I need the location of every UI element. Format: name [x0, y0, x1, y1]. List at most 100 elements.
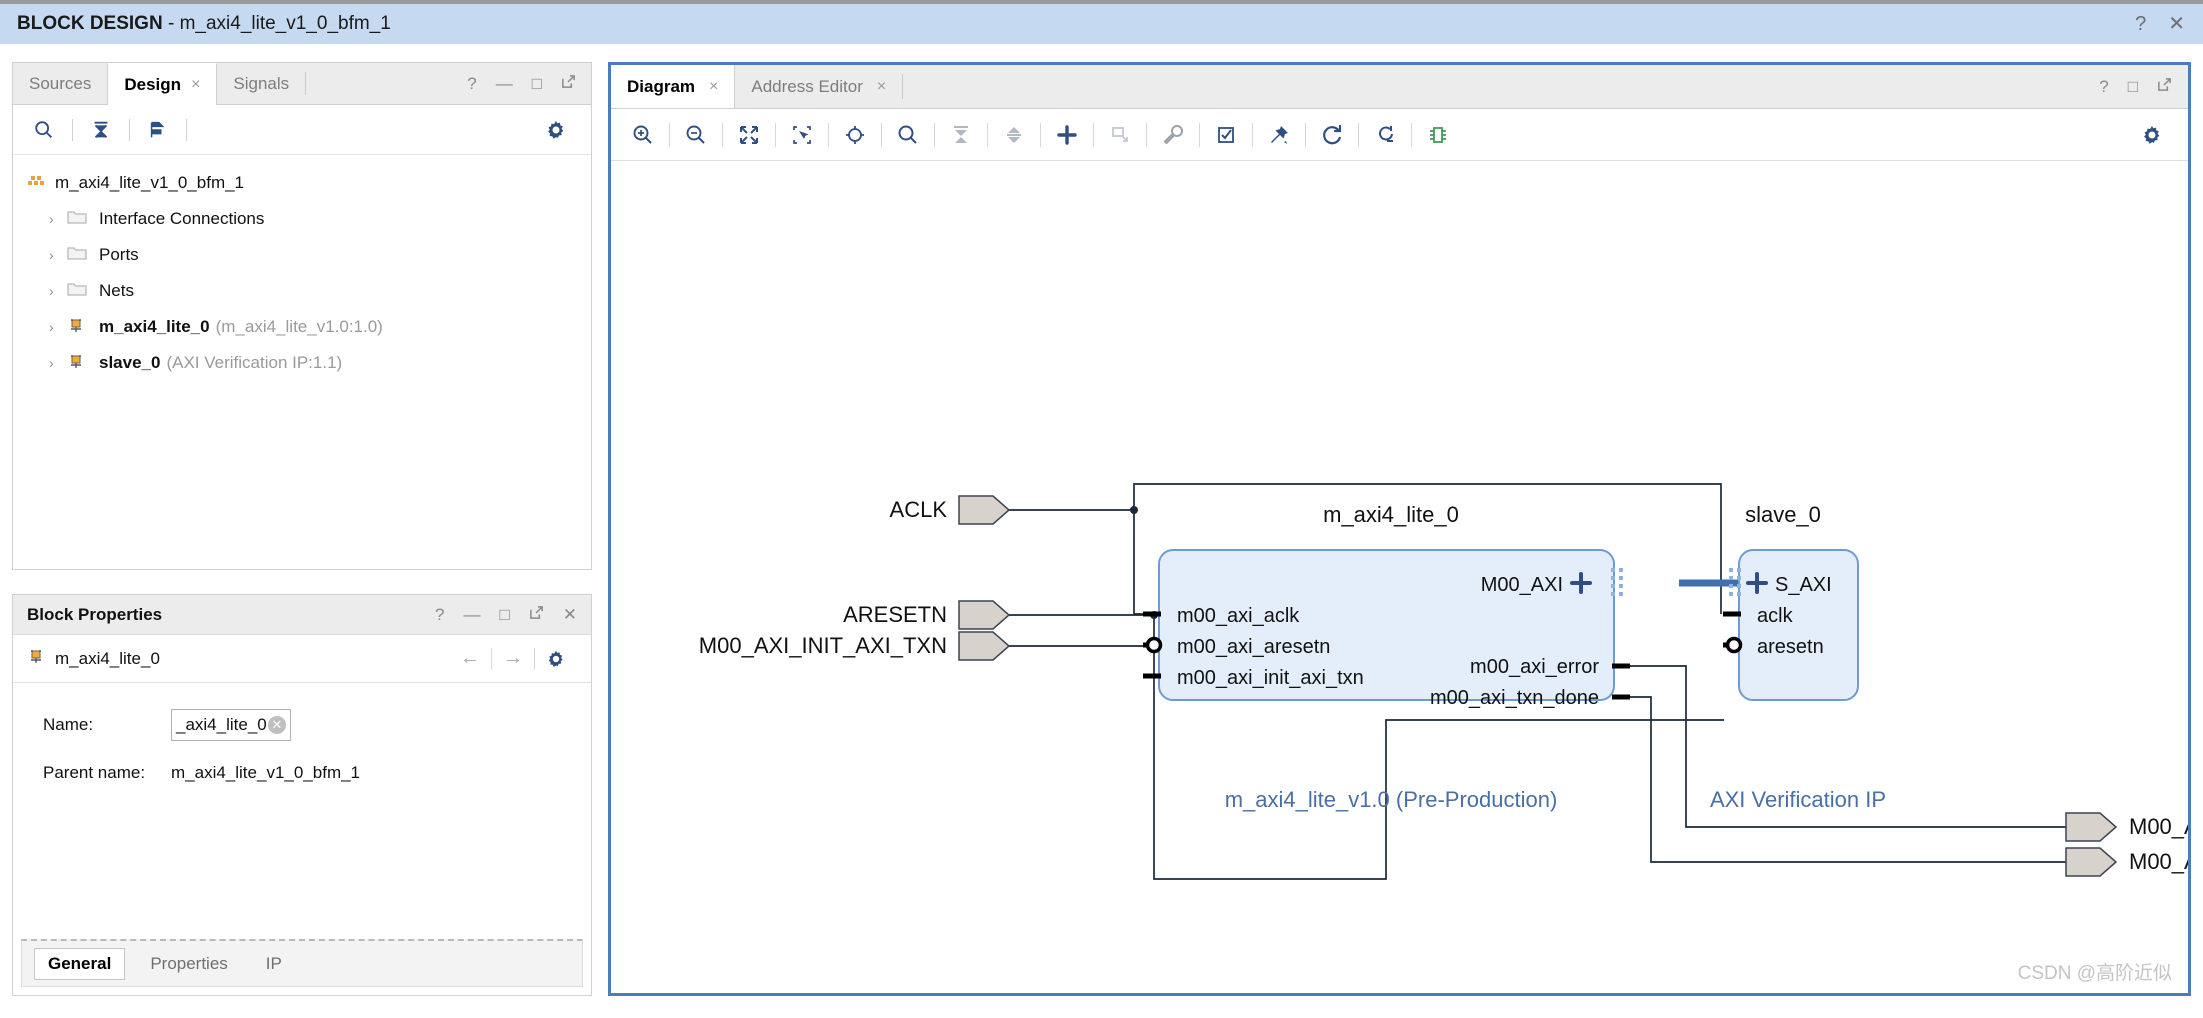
tab-properties[interactable]: Properties [137, 949, 240, 979]
dg-div-2 [722, 122, 723, 147]
external-port-aclk[interactable]: ACLK [890, 495, 1011, 525]
add-module-icon[interactable] [1102, 119, 1138, 151]
dg-div-8 [1040, 122, 1041, 147]
regenerate-layout-icon[interactable] [1314, 119, 1350, 151]
add-ip-icon[interactable] [1049, 119, 1085, 151]
external-port-m00-axi-error[interactable]: M00_AXI_ERROR [2065, 812, 2188, 842]
validate-design-icon[interactable] [1208, 119, 1244, 151]
tree-item-interface-connections[interactable]: › Interface Connections [13, 201, 591, 237]
dg-div-4 [828, 122, 829, 147]
collapse-all-icon[interactable] [943, 119, 979, 151]
design-minimize-icon[interactable]: — [496, 74, 513, 94]
tree-root-row[interactable]: m_axi4_lite_v1_0_bfm_1 [13, 165, 591, 201]
close-icon[interactable]: ✕ [2168, 14, 2185, 34]
bp-float-icon[interactable] [529, 605, 544, 625]
tree-item-label: Interface Connections [99, 209, 265, 228]
page-title: BLOCK DESIGN - m_axi4_lite_v1_0_bfm_1 [0, 13, 391, 35]
nav-forward-icon[interactable]: → [492, 647, 534, 670]
tab-general[interactable]: General [34, 947, 126, 980]
optimize-routing-icon[interactable] [1367, 119, 1403, 151]
hierarchy-icon[interactable] [1420, 119, 1456, 151]
diagram-tabstrip-divider [902, 74, 904, 99]
tab-diagram[interactable]: Diagram × [611, 65, 736, 108]
settings-gear-icon[interactable] [539, 115, 573, 145]
tab-address-editor-close-icon[interactable]: × [877, 78, 886, 96]
tree-item-ports[interactable]: › Ports [13, 237, 591, 273]
settings-gear-icon[interactable] [535, 649, 577, 669]
search-icon[interactable] [27, 115, 61, 145]
chevron-right-icon[interactable]: › [49, 319, 67, 335]
tab-design-close-icon[interactable]: × [191, 76, 200, 94]
diagram-float-icon[interactable] [2157, 77, 2172, 97]
zoom-out-icon[interactable] [678, 119, 714, 151]
pin-aresetn-inverted [1725, 636, 1743, 654]
external-port-aresetn-label: ARESETN [843, 602, 947, 627]
diagram-help-icon[interactable]: ? [2099, 77, 2108, 97]
tab-address-editor[interactable]: Address Editor × [735, 65, 902, 108]
dg-div-9 [1093, 122, 1094, 147]
search-icon[interactable] [890, 119, 926, 151]
block-slave-0[interactable]: slave_0 S_AXI aclk aresetn AXI Verificat… [1710, 502, 1886, 812]
design-panel: Sources Design × Signals ? — □ m_axi4_li… [12, 62, 592, 570]
pin-label-m00-axi-init-axi-txn: m00_axi_init_axi_txn [1177, 667, 1364, 689]
name-field-row: Name: _axi4_lite_0 ✕ [43, 709, 591, 741]
page-title-rest: - m_axi4_lite_v1_0_bfm_1 [162, 13, 391, 34]
tree-item-slave-0[interactable]: › slave_0 (AXI Verification IP:1.1) [13, 345, 591, 381]
external-port-m00-axi-txn-done-label: M00_AXI_TXN_DONE [2129, 849, 2188, 874]
expand-hierarchy-icon[interactable] [141, 115, 175, 145]
chevron-right-icon[interactable]: › [49, 355, 67, 371]
external-port-init-axi-txn-label: M00_AXI_INIT_AXI_TXN [699, 633, 947, 658]
block-properties-title: Block Properties [27, 604, 163, 624]
block-properties-body: Name: _axi4_lite_0 ✕ Parent name: m_axi4… [13, 683, 591, 783]
bp-maximize-icon[interactable]: □ [499, 605, 509, 625]
clear-icon[interactable]: ✕ [268, 716, 286, 734]
expand-all-icon[interactable] [996, 119, 1032, 151]
external-port-aresetn[interactable]: ARESETN [843, 600, 1011, 630]
design-maximize-icon[interactable]: □ [532, 74, 542, 94]
external-port-m00-axi-txn-done[interactable]: M00_AXI_TXN_DONE [2065, 847, 2188, 877]
external-port-init-axi-txn[interactable]: M00_AXI_INIT_AXI_TXN [699, 631, 1011, 661]
run-connection-automation-icon[interactable] [1155, 119, 1191, 151]
toolbar-divider-3 [186, 118, 187, 141]
toolbar-divider [72, 118, 73, 141]
tab-sources[interactable]: Sources [13, 63, 107, 104]
design-float-icon[interactable] [561, 74, 576, 94]
zoom-to-selection-icon[interactable] [784, 119, 820, 151]
collapse-all-icon[interactable] [84, 115, 118, 145]
pin-label-m00-axi-error: m00_axi_error [1470, 656, 1599, 678]
ip-block-icon [67, 352, 91, 375]
tab-signals[interactable]: Signals [217, 63, 305, 104]
name-input[interactable]: _axi4_lite_0 ✕ [171, 709, 291, 741]
design-help-icon[interactable]: ? [467, 74, 476, 94]
bp-help-icon[interactable]: ? [435, 605, 444, 625]
pin-label-aresetn: aresetn [1757, 636, 1824, 658]
diagram-canvas[interactable]: ACLK ARESETN M00_AXI_INIT_AXI_TXN M00_ M… [611, 162, 2188, 993]
diagram-window-controls: ? □ [2099, 65, 2188, 108]
chevron-right-icon[interactable]: › [49, 247, 67, 263]
window-controls: ? ✕ [2135, 14, 2203, 34]
tree-item-name: m_axi4_lite_0 [99, 317, 210, 336]
tree-item-nets[interactable]: › Nets [13, 273, 591, 309]
tab-diagram-close-icon[interactable]: × [709, 78, 718, 96]
zoom-in-icon[interactable] [625, 119, 661, 151]
dg-div-5 [881, 122, 882, 147]
nav-back-icon[interactable]: ← [449, 647, 491, 670]
tab-ip[interactable]: IP [253, 949, 295, 979]
center-view-icon[interactable] [837, 119, 873, 151]
settings-gear-icon[interactable] [2134, 119, 2170, 151]
fit-to-screen-icon[interactable] [731, 119, 767, 151]
block-design-svg[interactable]: ACLK ARESETN M00_AXI_INIT_AXI_TXN M00_ M… [611, 162, 2188, 993]
dg-div-15 [1411, 122, 1412, 147]
help-icon[interactable]: ? [2135, 14, 2146, 34]
pin-icon[interactable] [1261, 119, 1297, 151]
bp-minimize-icon[interactable]: — [463, 605, 480, 625]
dg-div-6 [934, 122, 935, 147]
chevron-right-icon[interactable]: › [49, 211, 67, 227]
tree-item-m-axi4-lite-0[interactable]: › m_axi4_lite_0 (m_axi4_lite_v1.0:1.0) [13, 309, 591, 345]
bp-close-icon[interactable]: ✕ [563, 605, 577, 625]
chevron-right-icon[interactable]: › [49, 283, 67, 299]
tab-design[interactable]: Design × [107, 63, 218, 105]
page-title-bold: BLOCK DESIGN [17, 13, 163, 34]
dg-div-14 [1358, 122, 1359, 147]
diagram-maximize-icon[interactable]: □ [2128, 77, 2138, 97]
